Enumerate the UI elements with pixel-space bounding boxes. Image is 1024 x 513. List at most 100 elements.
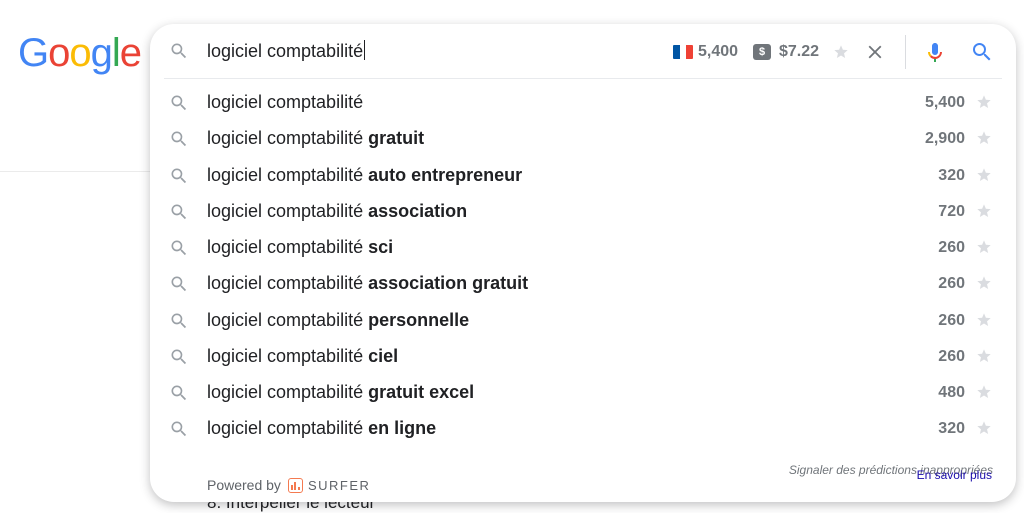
header-divider [0, 171, 150, 172]
suggestion-text: logiciel comptabilité personnelle [207, 310, 469, 331]
suggestion-text: logiciel comptabilité auto entrepreneur [207, 165, 522, 186]
suggestion-base: logiciel comptabilité [207, 309, 364, 330]
suggestion-volume: 2,900 [924, 130, 965, 148]
powered-by-label: Powered by [207, 477, 281, 493]
suggestion-item[interactable]: logiciel comptabilité en ligne 320 [150, 410, 1016, 446]
suggestion-completion: gratuit [368, 128, 425, 149]
search-icon [171, 276, 187, 292]
suggestion-text: logiciel comptabilité gratuit [207, 128, 424, 149]
search-icon [171, 349, 187, 364]
star-icon[interactable] [976, 420, 992, 436]
suggestion-base: logiciel comptabilité [207, 92, 364, 112]
suggestion-item[interactable]: logiciel comptabilité gratuit 2,900 [150, 120, 1016, 156]
suggestion-text: logiciel comptabilité association gratui… [207, 273, 528, 294]
suggestion-item[interactable]: logiciel comptabilité ciel 260 [150, 338, 1016, 374]
suggestion-volume: 5,400 [924, 94, 965, 111]
flag-stripe [673, 45, 680, 59]
search-submit-icon[interactable] [970, 40, 994, 64]
star-icon[interactable] [976, 239, 992, 255]
surfer-logo-icon [287, 477, 303, 493]
google-logo[interactable]: Google [18, 31, 142, 75]
star-icon[interactable] [976, 203, 992, 219]
surfer-brand-name: SURFER [307, 477, 371, 493]
search-icon [171, 204, 187, 219]
suggestion-base: logiciel comptabilité [207, 345, 364, 366]
search-icon [171, 131, 187, 147]
star-icon[interactable] [833, 44, 849, 60]
suggestion-completion: gratuit excel [368, 382, 475, 402]
logo-letter: e [119, 31, 142, 75]
toolbar-separator [905, 35, 906, 69]
search-box: logiciel comptabilité 5,400 $ $7.22 [150, 24, 1016, 78]
suggestion-item[interactable]: logiciel comptabilité 5,400 [150, 84, 1016, 120]
suggestion-volume: 320 [938, 420, 965, 438]
search-input[interactable]: logiciel comptabilité [207, 40, 366, 62]
cpc-value: $7.22 [779, 43, 820, 60]
search-query-text: logiciel comptabilité [207, 41, 364, 61]
suggestion-base: logiciel comptabilité [207, 128, 364, 149]
star-icon[interactable] [976, 348, 992, 364]
search-icon [171, 240, 187, 256]
suggestion-base: logiciel comptabilité [207, 273, 364, 294]
microphone-icon[interactable] [923, 39, 947, 65]
suggestion-text: logiciel comptabilité en ligne [207, 418, 436, 439]
star-icon[interactable] [976, 130, 992, 146]
suggestion-item[interactable]: logiciel comptabilité auto entrepreneur … [150, 157, 1016, 193]
suggestion-completion: personnelle [368, 309, 470, 330]
star-icon[interactable] [976, 384, 992, 400]
suggestion-completion: sci [368, 237, 394, 257]
powered-by-surfer[interactable]: Powered by SURFER [207, 477, 370, 493]
star-icon[interactable] [976, 275, 992, 291]
logo-letter: o [69, 31, 91, 75]
suggestion-text: logiciel comptabilité association [207, 201, 467, 222]
logo-letter: G [18, 31, 49, 75]
star-icon[interactable] [976, 167, 992, 183]
search-volume: 5,400 [698, 43, 739, 60]
text-caret [364, 40, 366, 60]
clear-search-icon[interactable] [864, 41, 886, 63]
suggestion-volume: 320 [938, 166, 965, 184]
suggestion-item[interactable]: logiciel comptabilité sci 260 [150, 229, 1016, 265]
suggestion-text: logiciel comptabilité gratuit excel [207, 382, 474, 403]
suggestion-completion: association [368, 200, 468, 221]
flag-stripe [679, 45, 687, 59]
search-autocomplete-panel: logiciel comptabilité 5,400 $ $7.22 logi… [150, 24, 1016, 502]
suggestion-item[interactable]: logiciel comptabilité association gratui… [150, 265, 1016, 301]
logo-letter: o [48, 31, 70, 75]
suggestion-item[interactable]: logiciel comptabilité association 720 [150, 193, 1016, 229]
cpc-icon: $ [753, 44, 771, 60]
flag-stripe [686, 45, 693, 59]
suggestion-base: logiciel comptabilité [207, 237, 364, 257]
suggestion-base: logiciel comptabilité [207, 164, 364, 185]
suggestion-volume: 260 [938, 239, 965, 256]
logo-letter: l [111, 31, 121, 75]
search-icon [171, 385, 187, 401]
suggestions-list: logiciel comptabilité 5,400 logiciel com… [150, 84, 1016, 447]
suggestion-volume: 480 [938, 384, 965, 401]
logo-letter: g [90, 31, 113, 75]
suggestion-base: logiciel comptabilité [207, 418, 364, 439]
suggestion-item[interactable]: logiciel comptabilité personnelle 260 [150, 302, 1016, 338]
search-icon [171, 43, 187, 59]
search-icon [171, 95, 187, 111]
star-icon[interactable] [976, 94, 992, 110]
suggestion-text: logiciel comptabilité ciel [207, 346, 398, 367]
search-icon [171, 168, 187, 183]
suggestion-item[interactable]: logiciel comptabilité gratuit excel 480 [150, 374, 1016, 410]
search-icon [171, 421, 187, 437]
suggestion-volume: 720 [938, 202, 965, 220]
suggestions-separator [164, 78, 1002, 79]
suggestion-completion: ciel [368, 345, 399, 366]
search-icon [171, 313, 187, 328]
suggestion-volume: 260 [938, 275, 965, 293]
suggestion-text: logiciel comptabilité [207, 92, 363, 113]
suggestion-base: logiciel comptabilité [207, 382, 364, 402]
suggestion-base: logiciel comptabilité [207, 200, 364, 221]
suggestion-volume: 260 [938, 347, 965, 365]
suggestion-completion: en ligne [368, 418, 437, 439]
suggestion-text: logiciel comptabilité sci [207, 237, 393, 258]
learn-more-link[interactable]: En savoir plus [917, 468, 992, 482]
france-flag-icon [673, 45, 693, 59]
star-icon[interactable] [976, 312, 992, 328]
suggestion-completion: association gratuit [368, 273, 529, 294]
